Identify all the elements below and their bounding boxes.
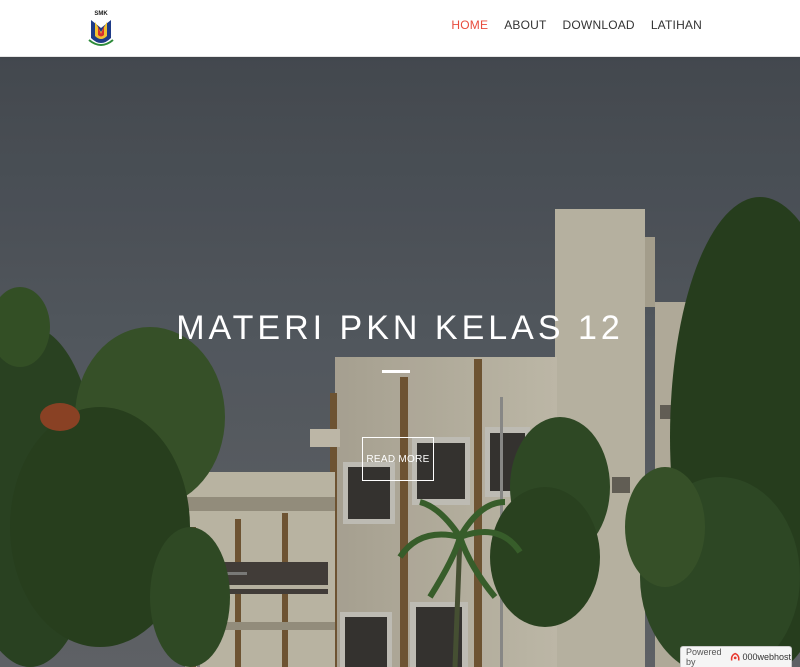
powered-by-badge[interactable]: Powered by 000webhost [680, 646, 792, 667]
school-emblem-icon: SMK [88, 11, 114, 46]
school-logo[interactable]: SMK [86, 8, 116, 52]
nav-latihan-link[interactable]: LATIHAN [643, 17, 710, 33]
top-navbar: SMK HOME ABOUT DOWNLOAD LATIHAN [0, 0, 800, 57]
hero-section: MATERI PKN KELAS 12 READ MORE [0, 57, 800, 667]
main-nav: HOME ABOUT DOWNLOAD LATIHAN [443, 17, 710, 33]
webhost-brand: 000webhost [742, 652, 791, 662]
nav-about-link[interactable]: ABOUT [496, 17, 554, 33]
powered-by-label: Powered by [686, 647, 722, 667]
webhost-logo-icon [730, 652, 740, 661]
nav-home-link[interactable]: HOME [443, 17, 496, 33]
read-more-button[interactable]: READ MORE [362, 437, 434, 481]
hero-background-image [0, 57, 800, 667]
logo-text: SMK [94, 11, 108, 17]
nav-download-link[interactable]: DOWNLOAD [555, 17, 643, 33]
hero-divider [382, 370, 410, 373]
hero-title: MATERI PKN KELAS 12 [176, 309, 624, 347]
